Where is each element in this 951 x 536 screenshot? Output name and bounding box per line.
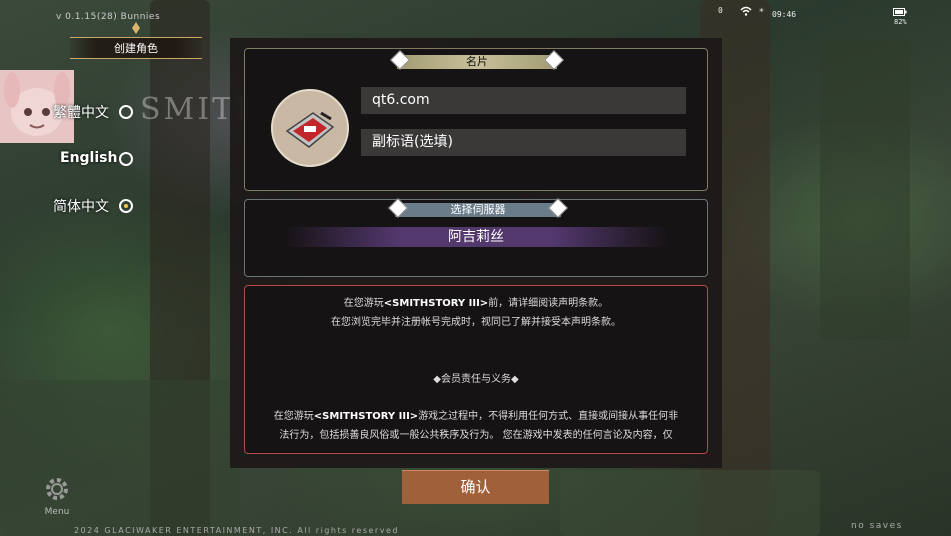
page-title: 创建角色 [114,42,158,55]
card-name-field[interactable]: qt6.com [361,87,686,114]
lang-radio-simplified[interactable] [119,199,133,213]
server-option[interactable]: 阿吉莉丝 [285,227,667,247]
menu-button[interactable]: Menu [40,474,74,517]
lang-label-english: English [60,150,118,166]
battery-level: 82% [894,18,907,26]
signal-status: 0 [718,6,723,15]
lang-label-simplified: 简体中文 [53,199,109,215]
lang-radio-english[interactable] [119,152,133,166]
saves-status: no saves [851,521,903,531]
sun-icon: ☀ [759,6,764,15]
guild-emblem-icon[interactable] [271,89,349,167]
wifi-icon [740,6,752,18]
server-header: 选择伺服器 [388,198,568,218]
name-card-header: 名片 [390,50,564,70]
name-card: 名片 qt6.com 副标语(选填) [244,48,708,191]
terms-box[interactable]: 在您游玩<SMITHSTORY III>前，请详细阅读声明条款。 在您浏览完毕并… [244,285,708,454]
lang-label-traditional: 繁體中文 [53,105,109,121]
battery-icon [893,8,907,18]
gear-icon [46,478,68,500]
status-time: 09:46 [772,10,797,19]
menu-label: Menu [44,507,70,517]
terms-line-2: 在您浏览完毕并注册帐号完成时，视同已了解并接受本声明条款。 [331,317,621,328]
confirm-button[interactable]: 确认 [402,470,549,504]
terms-line-1: 在您游玩<SMITHSTORY III>前，请详细阅读声明条款。 [343,298,609,309]
create-character-panel: 名片 qt6.com 副标语(选填) 选择伺服器 阿吉莉丝 在您游玩<SMITH… [230,38,722,468]
copyright-text: 2024 GLACIWAKER ENTERTAINMENT, INC. All … [74,526,399,535]
terms-section-title: ◆会员责任与义务◆ [433,374,519,385]
ornament-icon [132,22,140,34]
lang-radio-traditional[interactable] [119,105,133,119]
title-banner: 创建角色 [60,18,212,60]
server-select-box: 选择伺服器 阿吉莉丝 [244,198,708,277]
card-subtitle-field[interactable]: 副标语(选填) [361,129,686,156]
terms-line-4: 法行为，包括损善良风俗或一般公共秩序及行为。 您在游戏中发表的任何言论及内容，仅 [279,430,673,441]
terms-line-3: 在您游玩<SMITHSTORY III>游戏之过程中，不得利用任何方式、直接或间… [273,411,679,422]
